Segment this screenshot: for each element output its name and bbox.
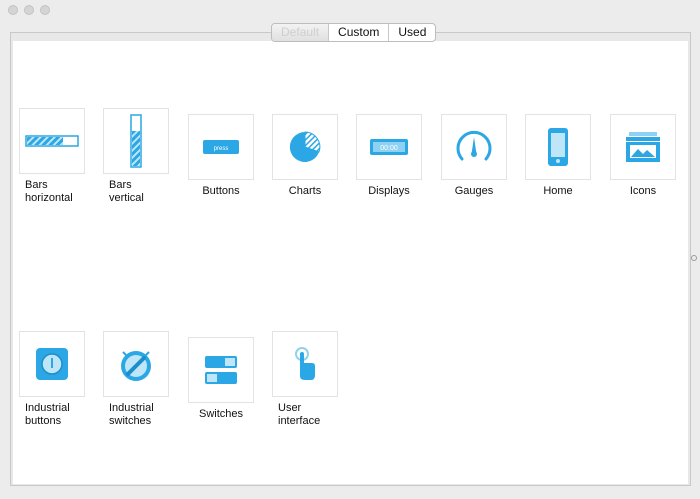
category-label: Displays	[368, 185, 410, 197]
category-tile	[610, 114, 676, 180]
category-tile: 00:00	[356, 114, 422, 180]
press-button-text: press	[214, 146, 229, 152]
category-tile	[103, 108, 169, 174]
touch-hand-icon	[295, 347, 315, 380]
category-label: Home	[543, 185, 573, 197]
category-label-line2: interface	[278, 415, 321, 427]
category-label-line2: horizontal	[25, 192, 73, 204]
category-label-line1: Bars	[25, 179, 48, 191]
category-tile	[19, 331, 85, 397]
category-industrial-switches[interactable]: Industrial switches	[103, 331, 169, 428]
category-label-line2: vertical	[109, 192, 144, 204]
category-displays[interactable]: 00:00 Displays	[356, 114, 422, 198]
phone-icon	[548, 128, 568, 166]
digital-display-icon: 00:00	[370, 139, 408, 155]
horizontal-bar-icon	[25, 135, 79, 147]
tab-bar: Default Custom Used	[271, 23, 437, 42]
category-label: Icons	[629, 185, 657, 197]
category-tile	[188, 337, 254, 403]
press-button-icon: press	[203, 140, 239, 154]
close-window-button[interactable]	[8, 5, 18, 15]
category-label: Gauges	[454, 185, 494, 197]
category-icons[interactable]: Icons	[610, 114, 676, 198]
gauge-icon	[456, 130, 492, 161]
category-industrial-buttons[interactable]: Industrial buttons	[19, 331, 85, 428]
category-gauges[interactable]: Gauges	[441, 114, 507, 198]
category-user-interface[interactable]: User interface	[272, 331, 338, 428]
category-label-line2: switches	[109, 415, 152, 427]
minimize-window-button[interactable]	[24, 5, 34, 15]
industrial-switch-icon	[121, 351, 151, 381]
category-home[interactable]: Home	[525, 114, 591, 198]
category-tile	[19, 108, 85, 174]
category-label-line1: Bars	[109, 179, 132, 191]
category-tile	[441, 114, 507, 180]
resize-handle[interactable]	[691, 255, 697, 261]
category-label: Charts	[288, 185, 322, 197]
window-titlebar	[0, 0, 700, 20]
category-label-line1: Industrial	[25, 402, 70, 414]
category-label: Switches	[198, 408, 244, 420]
category-label: Buttons	[202, 185, 240, 197]
industrial-button-icon	[36, 348, 68, 380]
category-charts[interactable]: Charts	[272, 114, 338, 198]
category-tile	[103, 331, 169, 397]
category-bars-horizontal[interactable]: Bars horizontal	[19, 108, 85, 205]
zoom-window-button[interactable]	[40, 5, 50, 15]
pie-chart-icon	[289, 131, 321, 162]
category-label-line1: User	[278, 402, 302, 414]
category-tile	[272, 331, 338, 397]
tab-used[interactable]: Used	[389, 24, 435, 41]
category-label-line2: buttons	[25, 415, 62, 427]
category-tile: press	[188, 114, 254, 180]
tab-default[interactable]: Default	[272, 24, 330, 41]
category-grid: Bars horizontal Bars vertical press Button…	[13, 41, 688, 484]
category-tile	[525, 114, 591, 180]
image-icon	[626, 132, 660, 162]
category-switches[interactable]: Switches	[188, 337, 254, 421]
category-tile	[272, 114, 338, 180]
tab-custom[interactable]: Custom	[329, 24, 390, 41]
category-label-line1: Industrial	[109, 402, 154, 414]
category-bars-vertical[interactable]: Bars vertical	[103, 108, 169, 205]
vertical-bar-icon	[130, 114, 142, 168]
toggle-switch-icon	[205, 356, 237, 384]
category-buttons[interactable]: press Buttons	[188, 114, 254, 198]
display-text: 00:00	[380, 145, 398, 152]
